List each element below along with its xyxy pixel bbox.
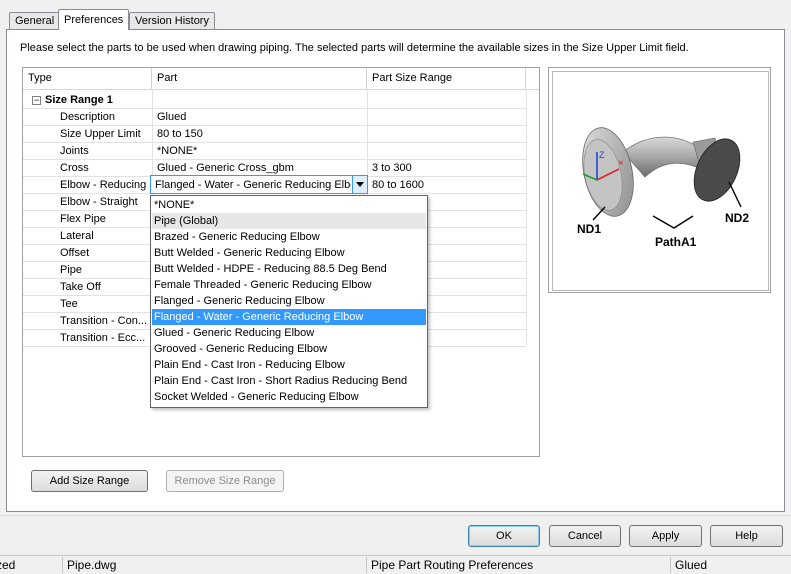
column-divider	[526, 89, 527, 345]
row-size-range-value: 3 to 300	[372, 162, 412, 174]
dropdown-option[interactable]: Plain End - Cast Iron - Reducing Elbow	[152, 357, 426, 373]
add-size-range-button[interactable]: Add Size Range	[31, 470, 148, 492]
row-type-label: Offset	[60, 247, 90, 259]
status-cell-part-family: Glued	[670, 557, 791, 573]
row-type-label: Flex Pipe	[60, 213, 106, 225]
leader-nd1	[592, 206, 606, 221]
dropdown-option[interactable]: Pipe (Global)	[152, 213, 426, 229]
table-row[interactable]: Description Glued	[23, 109, 526, 126]
column-header-part[interactable]: Part	[152, 68, 367, 89]
row-part-value[interactable]: 80 to 150	[157, 126, 367, 142]
row-type-label: Elbow - Straight	[60, 196, 138, 208]
row-type-label: Joints	[60, 145, 89, 157]
row-type-label: Description	[60, 111, 116, 123]
group-label: Size Range 1	[45, 94, 113, 106]
table-row[interactable]: Size Upper Limit 80 to 150	[23, 126, 526, 143]
row-type-label: Cross	[60, 162, 89, 174]
chevron-down-icon[interactable]	[352, 176, 367, 193]
reducing-elbow-preview-image: Z × ND1 ND2 PathA1	[577, 127, 749, 249]
dropdown-option[interactable]: Glued - Generic Reducing Elbow	[152, 325, 426, 341]
dropdown-option[interactable]: Flanged - Generic Reducing Elbow	[152, 293, 426, 309]
axis-z-label: Z	[599, 150, 605, 160]
instruction-text: Please select the parts to be used when …	[20, 42, 689, 54]
elbow-body	[622, 136, 704, 178]
row-part-value[interactable]: *NONE*	[157, 143, 367, 159]
row-size-range-value	[372, 109, 522, 125]
tab-general[interactable]: General	[9, 12, 61, 29]
row-type-label: Size Upper Limit	[60, 128, 141, 140]
table-row[interactable]: Joints *NONE*	[23, 143, 526, 160]
status-cell-filename: Pipe.dwg	[62, 557, 366, 573]
leader-nd2	[728, 181, 742, 208]
row-type-label: Lateral	[60, 230, 94, 242]
grid-header: Type Part Part Size Range	[23, 68, 539, 90]
status-cell-preferences: Pipe Part Routing Preferences	[366, 557, 670, 573]
part-combo-box[interactable]: Flanged - Water - Generic Reducing Elbow	[150, 175, 368, 194]
dropdown-option[interactable]: Socket Welded - Generic Reducing Elbow	[152, 389, 426, 405]
row-type-label: Transition - Ecc...	[60, 332, 146, 344]
dropdown-option[interactable]: Butt Welded - Generic Reducing Elbow	[152, 245, 426, 261]
dropdown-option[interactable]: Brazed - Generic Reducing Elbow	[152, 229, 426, 245]
part-dropdown-list[interactable]: *NONE* Pipe (Global) Brazed - Generic Redu…	[150, 195, 428, 408]
label-patha1: PathA1	[655, 235, 697, 249]
row-type-label: Pipe	[60, 264, 83, 276]
row-part-value[interactable]: Glued - Generic Cross_gbm	[157, 160, 367, 176]
preview-frame: Z × ND1 ND2 PathA1	[552, 71, 769, 291]
row-type-label: Elbow - Reducing	[60, 179, 147, 191]
cancel-button[interactable]: Cancel	[549, 525, 621, 547]
dropdown-option[interactable]: Plain End - Cast Iron - Short Radius Red…	[152, 373, 426, 389]
axis-x-mark: ×	[618, 158, 624, 169]
dropdown-option[interactable]: *NONE*	[152, 197, 426, 213]
combo-value: Flanged - Water - Generic Reducing Elbow	[155, 179, 351, 191]
row-type-label: Tee	[60, 298, 78, 310]
row-size-range-value	[372, 126, 522, 142]
dropdown-option[interactable]: Female Threaded - Generic Reducing Elbow	[152, 277, 426, 293]
row-size-range-value: 80 to 1600	[372, 179, 424, 191]
dropdown-option[interactable]: Flanged - Water - Generic Reducing Elbow	[152, 309, 426, 325]
part-preview: Z × ND1 ND2 PathA1	[548, 67, 771, 293]
row-type-label: Take Off	[60, 281, 101, 293]
help-button[interactable]: Help	[710, 525, 783, 547]
separator	[0, 515, 791, 516]
remove-size-range-button[interactable]: Remove Size Range	[166, 470, 284, 492]
row-size-range-value	[372, 143, 522, 159]
dropdown-option[interactable]: Grooved - Generic Reducing Elbow	[152, 341, 426, 357]
label-nd2: ND2	[725, 211, 749, 225]
group-row-size-range-1[interactable]: − Size Range 1	[23, 92, 526, 109]
collapse-icon[interactable]: −	[32, 96, 41, 105]
path-angle-marker	[652, 215, 694, 229]
column-header-part-size-range[interactable]: Part Size Range	[367, 68, 526, 89]
column-header-type[interactable]: Type	[23, 68, 152, 89]
row-part-value[interactable]: Glued	[157, 109, 367, 125]
tab-preferences[interactable]: Preferences	[58, 9, 130, 30]
label-nd1: ND1	[577, 222, 601, 236]
status-cell: zed	[0, 558, 16, 572]
tab-version-history[interactable]: Version History	[129, 12, 215, 29]
apply-button[interactable]: Apply	[629, 525, 702, 547]
status-bar: zed Pipe.dwg Pipe Part Routing Preferenc…	[0, 555, 791, 574]
row-type-label: Transition - Con...	[60, 315, 148, 327]
ok-button[interactable]: OK	[468, 525, 540, 547]
dropdown-option[interactable]: Butt Welded - HDPE - Reducing 88.5 Deg B…	[152, 261, 426, 277]
